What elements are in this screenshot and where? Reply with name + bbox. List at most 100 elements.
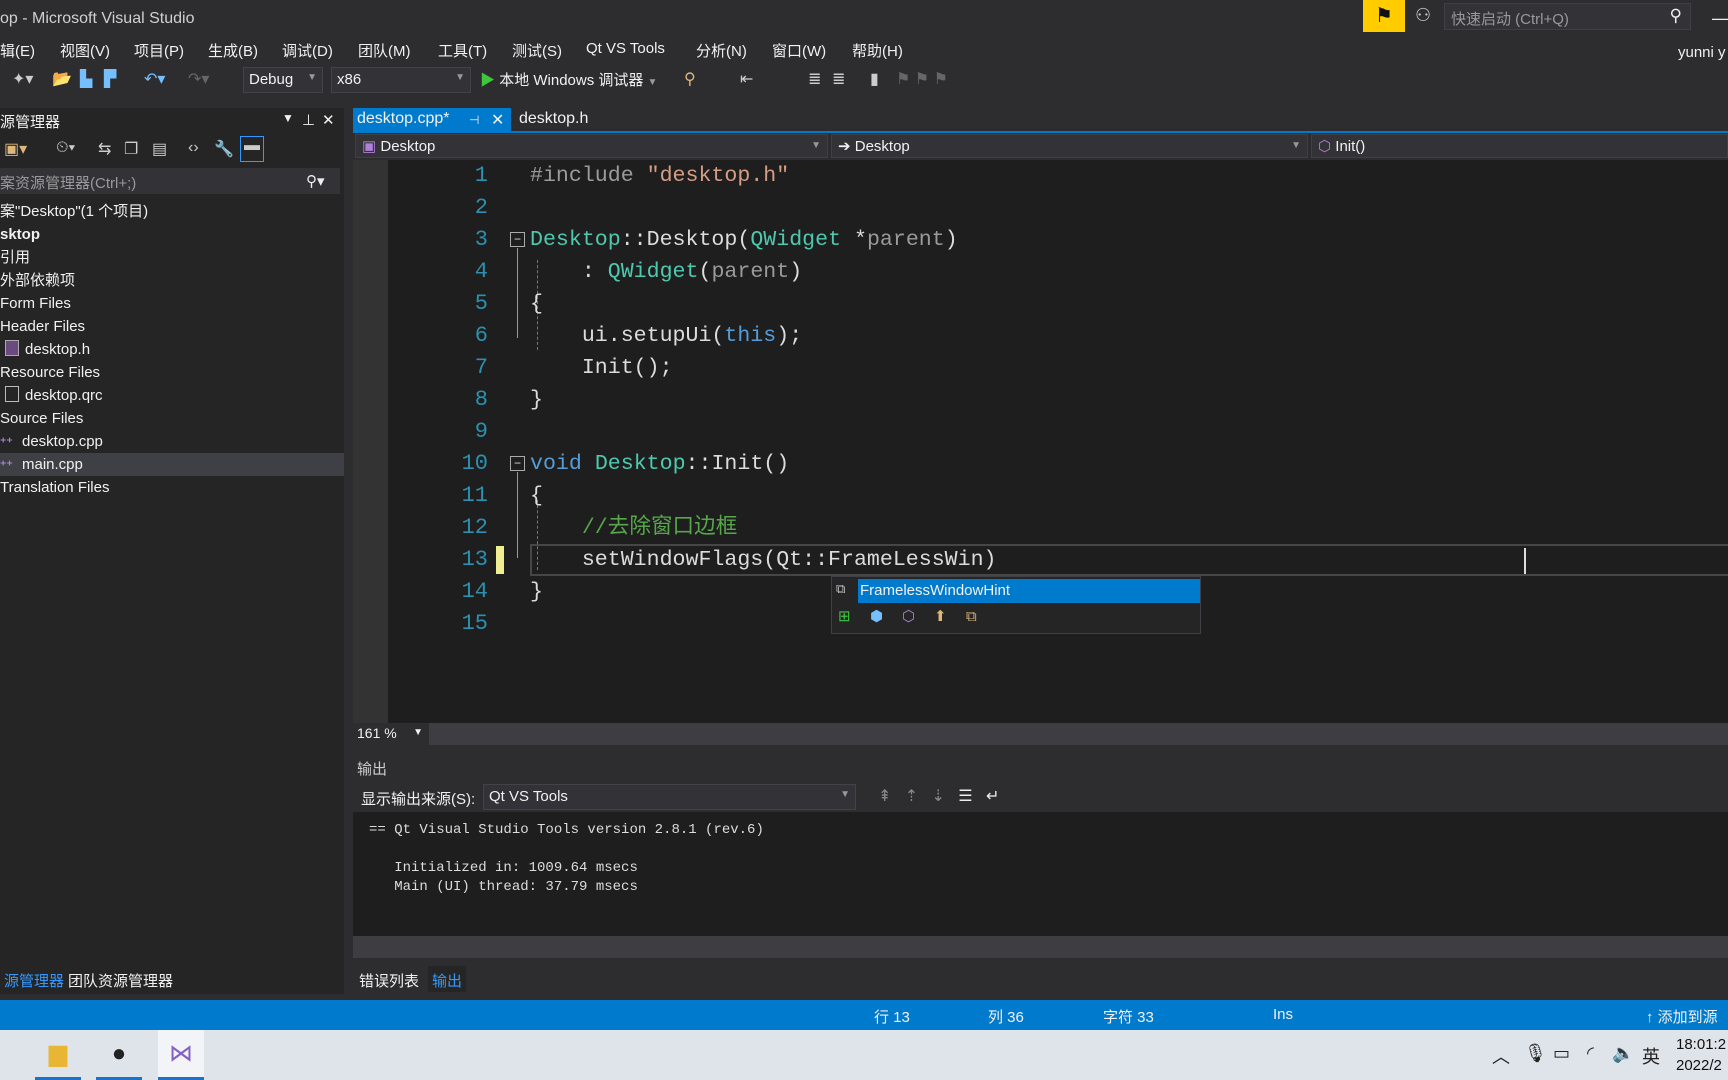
show-hidden-icons-icon[interactable]: ︿ <box>1492 1043 1510 1069</box>
editor-scrollbar[interactable]: 161 % ▼ <box>353 723 1728 745</box>
tab-team-explorer[interactable]: 团队资源管理器 <box>64 966 177 992</box>
menu-item[interactable]: 项目(P) <box>134 40 184 61</box>
user-account[interactable]: yunni y <box>1678 44 1726 61</box>
code-line[interactable]: //去除窗口边框 <box>530 512 738 544</box>
tree-item[interactable]: ⁺⁺ main.cpp <box>0 453 344 476</box>
bookmark-icon[interactable]: ▮ <box>870 69 879 89</box>
menu-item[interactable]: 测试(S) <box>512 40 562 61</box>
code-view-icon[interactable]: ‹› <box>188 139 199 157</box>
home-icon[interactable]: ▣▾ <box>4 139 27 159</box>
visual-studio-icon[interactable]: ⋈ <box>158 1030 204 1080</box>
scope-dropdown[interactable]: ➔ Desktop ▼ <box>831 134 1308 158</box>
prev-message-icon[interactable]: ⇡ <box>905 788 918 805</box>
quick-launch-input[interactable]: 快速启动 (Ctrl+Q) ⚲ <box>1444 3 1691 30</box>
minimize-button[interactable]: — <box>1712 8 1728 29</box>
menu-item[interactable]: 辑(E) <box>0 40 35 61</box>
file-explorer-icon[interactable]: ▆ <box>35 1030 81 1080</box>
ime-indicator[interactable]: 英 <box>1642 1043 1660 1069</box>
code-line[interactable]: Init(); <box>530 352 673 384</box>
show-all-files-icon[interactable]: ▤ <box>152 139 167 159</box>
tree-item[interactable]: Header Files <box>0 315 344 338</box>
menu-item[interactable]: 团队(M) <box>358 40 411 61</box>
close-icon[interactable]: ✕ <box>322 111 335 129</box>
comment-icon[interactable]: ≣ <box>808 69 821 89</box>
start-debug-button[interactable]: ▶ 本地 Windows 调试器 ▼ <box>480 69 657 90</box>
pin-icon[interactable]: ⊣ <box>469 113 479 127</box>
tree-item[interactable]: 案"Desktop"(1 个项目) <box>0 200 344 223</box>
new-project-icon[interactable]: ✦▾ <box>12 69 33 89</box>
tab-error-list[interactable]: 错误列表 <box>355 966 423 992</box>
microphone-icon[interactable]: 🎙 <box>1524 1043 1547 1064</box>
battery-icon[interactable]: ▭ <box>1553 1043 1570 1064</box>
word-wrap-icon[interactable]: ↵ <box>986 788 999 805</box>
menu-item[interactable]: 窗口(W) <box>772 40 826 61</box>
menu-item[interactable]: 帮助(H) <box>852 40 903 61</box>
collapse-icon[interactable]: ❐ <box>124 139 138 159</box>
code-line[interactable]: #include "desktop.h" <box>530 160 789 192</box>
sync-icon[interactable]: ⇆ <box>98 139 111 159</box>
clear-all-icon[interactable]: ☰ <box>958 788 972 805</box>
prev-bookmark-icon[interactable]: ⚑ ⚑ ⚑ <box>896 69 948 89</box>
volume-icon[interactable]: 🔈 <box>1612 1043 1634 1064</box>
save-all-icon[interactable]: ▛ <box>104 69 116 89</box>
fold-toggle-icon[interactable]: − <box>510 232 525 247</box>
tab-output[interactable]: 输出 <box>428 966 467 992</box>
tree-item[interactable]: Translation Files <box>0 476 344 499</box>
tab-desktop-cpp[interactable]: desktop.cpp* ⊣ ✕ <box>353 108 511 132</box>
code-line[interactable]: : QWidget(parent) <box>530 256 802 288</box>
open-file-icon[interactable]: 📂 <box>52 69 72 89</box>
code-editor[interactable]: − − ⧉ FramelessWindowHint ⊞ ⬢ ⬡ ⬆ ⧉ 1 #includ… <box>353 160 1728 723</box>
config-select[interactable]: Debug ▼ <box>243 67 323 93</box>
menu-item[interactable]: 视图(V) <box>60 40 110 61</box>
obs-icon[interactable]: ● <box>96 1030 142 1080</box>
tree-item[interactable]: Resource Files <box>0 361 344 384</box>
feedback-flag-icon[interactable]: ⚑ <box>1363 0 1405 32</box>
enum-filter-icon[interactable]: ⧉ <box>966 608 998 625</box>
tree-item[interactable]: Form Files <box>0 292 344 315</box>
undo-icon[interactable]: ↶▾ <box>144 69 165 89</box>
tree-item[interactable]: desktop.qrc <box>0 384 344 407</box>
history-icon[interactable]: ⏲▾ <box>56 139 75 157</box>
redo-icon[interactable]: ↷▾ <box>188 69 209 89</box>
zoom-select[interactable]: 161 % ▼ <box>353 723 429 745</box>
snippet-filter-icon[interactable]: ⊞ <box>838 607 870 625</box>
find-message-icon[interactable]: ⇞ <box>878 788 891 805</box>
uncomment-icon[interactable]: ≣ <box>832 69 845 89</box>
code-line[interactable]: void Desktop::Init() <box>530 448 789 480</box>
code-line[interactable]: } <box>530 384 543 416</box>
tree-item[interactable]: desktop.h <box>0 338 344 361</box>
menu-item[interactable]: 工具(T) <box>438 40 487 61</box>
tab-desktop-h[interactable]: desktop.h <box>515 108 592 132</box>
next-message-icon[interactable]: ⇣ <box>932 788 945 805</box>
clock[interactable]: 18:01:2 2022/2 <box>1676 1034 1726 1076</box>
add-to-source-control[interactable]: ↑ 添加到源 <box>1646 1006 1718 1027</box>
pin-icon[interactable]: ⊥ <box>302 111 315 129</box>
method-filter-icon[interactable]: ⬡ <box>902 607 934 625</box>
wifi-icon[interactable]: ◜ <box>1587 1043 1594 1064</box>
tree-item[interactable]: ⁺⁺ desktop.cpp <box>0 430 344 453</box>
menu-item[interactable]: 分析(N) <box>696 40 747 61</box>
tree-item[interactable]: sktop <box>0 223 344 246</box>
fold-toggle-icon[interactable]: − <box>510 456 525 471</box>
preview-icon[interactable]: ▬ <box>240 136 264 162</box>
save-icon[interactable]: ▙ <box>80 69 92 89</box>
properties-wrench-icon[interactable]: 🔧 <box>214 139 234 159</box>
solution-search-input[interactable]: 案资源管理器(Ctrl+;) ⚲▾ <box>0 168 340 194</box>
namespace-filter-icon[interactable]: ⬆ <box>934 607 966 625</box>
menu-item[interactable]: 调试(D) <box>282 40 333 61</box>
code-line[interactable]: Desktop::Desktop(QWidget *parent) <box>530 224 958 256</box>
live-share-icon[interactable]: ⚇ <box>1415 5 1431 26</box>
dropdown-icon[interactable]: ▼ <box>282 111 294 125</box>
project-dropdown[interactable]: ▣ Desktop ▼ <box>355 134 828 158</box>
output-text[interactable]: == Qt Visual Studio Tools version 2.8.1 … <box>353 812 1728 936</box>
completion-item[interactable]: FramelessWindowHint <box>858 579 1200 603</box>
code-line[interactable]: } <box>530 576 543 608</box>
code-line[interactable]: { <box>530 480 543 512</box>
tab-solution-explorer[interactable]: 源管理器 <box>0 966 69 992</box>
menu-item[interactable]: 生成(B) <box>208 40 258 61</box>
menu-item[interactable]: Qt VS Tools <box>586 40 665 57</box>
find-in-files-icon[interactable]: ⚲ <box>684 69 696 89</box>
member-dropdown[interactable]: ⬡ Init() <box>1311 134 1728 158</box>
output-source-select[interactable]: Qt VS Tools ▼ <box>483 784 856 810</box>
code-line[interactable]: setWindowFlags(Qt::FrameLessWin) <box>530 544 997 576</box>
